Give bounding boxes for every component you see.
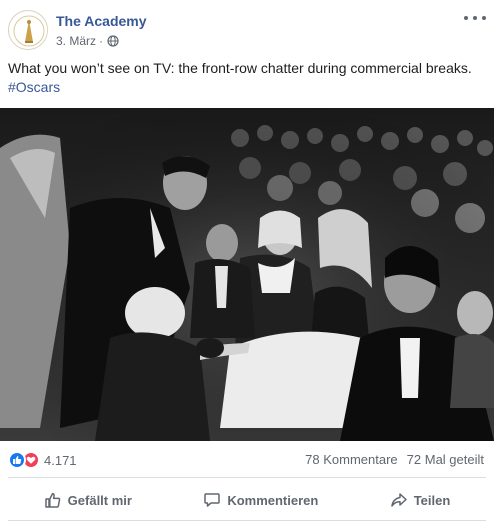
like-button[interactable]: Gefällt mir xyxy=(34,485,142,515)
post-message: What you won’t see on TV: the front-row … xyxy=(8,59,486,97)
shares-count-link[interactable]: 72 Mal geteilt xyxy=(407,452,484,467)
meta-separator: · xyxy=(99,34,104,48)
bottom-divider xyxy=(8,520,486,521)
comment-bubble-icon xyxy=(204,493,221,507)
photo-image xyxy=(0,108,494,441)
more-options-icon[interactable] xyxy=(464,10,486,26)
comment-button[interactable]: Kommentieren xyxy=(193,485,328,515)
hashtag-link[interactable]: #Oscars xyxy=(8,78,486,97)
thumbs-up-icon xyxy=(44,492,60,508)
post-date[interactable]: 3. März xyxy=(56,34,96,48)
globe-icon[interactable] xyxy=(107,35,119,47)
engagement-counts: 78 Kommentare 72 Mal geteilt xyxy=(305,452,484,467)
stats-divider xyxy=(8,477,486,478)
comment-button-label: Kommentieren xyxy=(227,492,319,508)
comments-count-link[interactable]: 78 Kommentare xyxy=(305,452,398,467)
like-button-label: Gefällt mir xyxy=(67,492,132,508)
post-header: The Academy 3. März · xyxy=(0,0,494,58)
share-button-label: Teilen xyxy=(413,492,451,508)
facebook-post: The Academy 3. März · What you won’t see… xyxy=(0,0,494,530)
post-meta: 3. März · xyxy=(56,34,119,48)
oscar-logo-icon xyxy=(10,12,47,49)
reactions-summary[interactable]: 4.171 xyxy=(8,451,77,469)
reaction-count: 4.171 xyxy=(44,452,77,468)
share-button[interactable]: Teilen xyxy=(380,485,461,515)
post-stats: 4.171 78 Kommentare 72 Mal geteilt xyxy=(0,447,494,473)
page-name-link[interactable]: The Academy xyxy=(56,13,147,29)
like-reaction-icon xyxy=(8,451,26,469)
share-arrow-icon xyxy=(390,493,407,507)
page-avatar[interactable] xyxy=(8,10,48,50)
action-bar: Gefällt mir Kommentieren Teilen xyxy=(8,483,486,517)
post-photo[interactable] xyxy=(0,108,494,441)
post-text: What you won’t see on TV: the front-row … xyxy=(8,60,472,76)
